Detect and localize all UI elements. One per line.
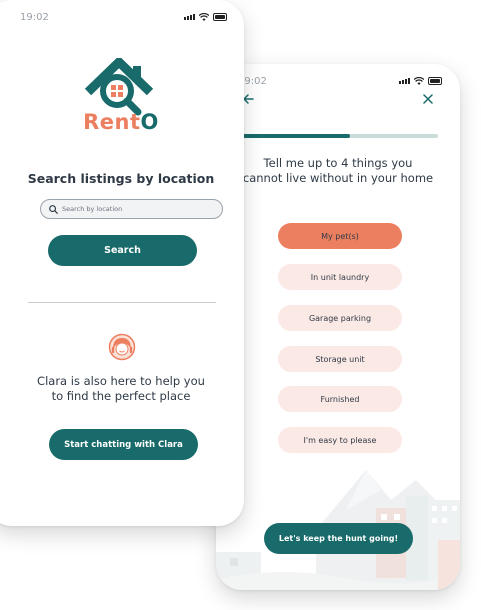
search-screen: 19:02 RentO Search listings by location … [0,0,244,526]
status-icons [399,77,442,85]
search-heading: Search listings by location [27,171,215,186]
logo-text-rent: Rent [83,110,141,134]
battery-icon [428,77,442,85]
start-chat-button[interactable]: Start chatting with Clara [49,429,198,460]
assistant-text-line-2: to find the perfect place [51,389,191,403]
search-field[interactable] [40,199,223,219]
option-storage-unit[interactable]: Storage unit [278,346,402,372]
wifi-icon [199,13,209,21]
question-title-line-2: cannot live without in your home [242,171,434,185]
assistant-text-line-1: Clara is also here to help you [37,374,205,388]
section-divider [28,302,216,303]
option-in-unit-laundry[interactable]: In unit laundry [278,264,402,290]
signal-icon [399,78,410,84]
wifi-icon [414,77,424,85]
progress-fill [242,134,350,138]
close-icon[interactable] [423,94,433,104]
assistant-avatar-icon [108,333,136,361]
question-title-line-1: Tell me up to 4 things you [263,156,413,170]
question-title: Tell me up to 4 things you cannot live w… [216,156,460,186]
progress-bar [242,134,438,138]
option-garage-parking[interactable]: Garage parking [278,305,402,331]
status-icons [184,13,227,21]
search-button[interactable]: Search [48,235,197,266]
option-my-pets[interactable]: My pet(s) [278,223,402,249]
search-input[interactable] [58,205,212,213]
signal-icon [184,14,195,20]
search-icon [49,204,58,214]
question-screen: 19:02 Tell me up to 4 things you cannot … [216,64,460,590]
status-time: 19:02 [20,12,49,23]
city-illustration [216,470,460,590]
logo-text-o: O [140,110,159,134]
battery-icon [213,13,227,21]
assistant-text: Clara is also here to help you to find t… [0,374,244,404]
brand-logo-text: RentO [0,110,244,134]
keep-hunting-button[interactable]: Let's keep the hunt going! [264,523,413,554]
option-furnished[interactable]: Furnished [278,386,402,412]
